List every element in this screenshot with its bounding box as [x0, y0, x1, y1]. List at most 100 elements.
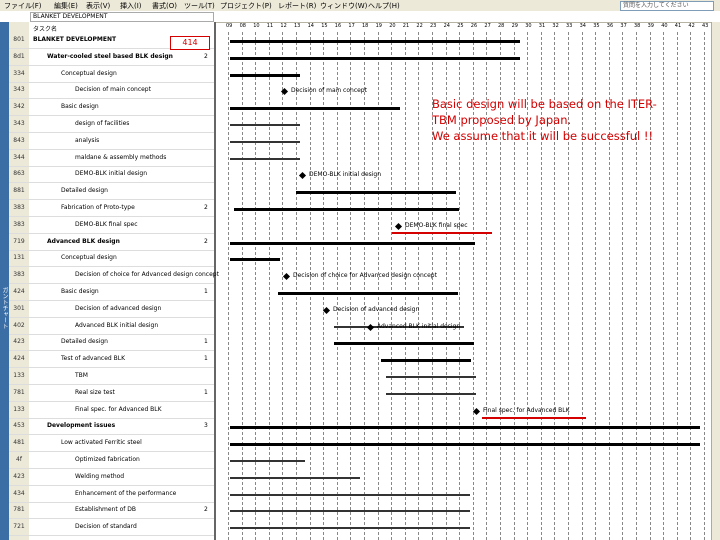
- help-search-input[interactable]: 質問を入力してください: [620, 1, 714, 11]
- table-row[interactable]: 424 Test of advanced BLK 1: [9, 351, 214, 369]
- task-name[interactable]: Optimized fabrication: [75, 456, 140, 463]
- task-name[interactable]: design of facilities: [75, 120, 129, 127]
- gantt-bar[interactable]: [230, 107, 400, 111]
- task-name[interactable]: Welding method: [75, 473, 124, 480]
- table-row[interactable]: 781 Real size test 1: [9, 385, 214, 402]
- milestone-marker[interactable]: [282, 273, 291, 281]
- menu-format[interactable]: 書式(O): [152, 1, 177, 11]
- task-name[interactable]: Advanced BLK initial design: [75, 322, 158, 329]
- table-row[interactable]: 343 Decision of main concept: [9, 82, 214, 100]
- menu-edit[interactable]: 編集(E): [54, 1, 78, 11]
- task-name[interactable]: BLANKET DEVELOPMENT: [33, 36, 116, 43]
- gantt-bar[interactable]: [230, 157, 300, 160]
- task-name[interactable]: DEMO-BLK initial design: [75, 170, 147, 177]
- table-row[interactable]: 481 Low activated Ferritic steel: [9, 435, 214, 453]
- task-name[interactable]: Detailed design: [61, 338, 108, 345]
- table-row[interactable]: 863 DEMO-BLK initial design: [9, 166, 214, 184]
- task-name[interactable]: Decision of standard: [75, 523, 137, 530]
- task-name[interactable]: Basic design: [61, 288, 99, 295]
- task-name[interactable]: Test of advanced BLK: [61, 355, 125, 362]
- table-row[interactable]: 301 Decision of advanced design: [9, 301, 214, 318]
- vertical-scrollbar[interactable]: [711, 22, 720, 540]
- table-row[interactable]: 334 Conceptual design: [9, 66, 214, 83]
- task-name[interactable]: Real size test: [75, 389, 115, 396]
- gantt-bar[interactable]: [230, 510, 470, 513]
- gantt-bar[interactable]: [296, 191, 456, 195]
- gantt-bar[interactable]: [278, 292, 458, 295]
- table-row[interactable]: 881 Detailed design: [9, 183, 214, 201]
- gantt-bar[interactable]: [230, 40, 520, 43]
- task-name[interactable]: TBM: [75, 372, 88, 379]
- gantt-bar[interactable]: [386, 392, 476, 395]
- table-row[interactable]: 453 Development issues 3: [9, 418, 214, 436]
- task-name[interactable]: Detailed design: [61, 187, 108, 194]
- gantt-bar[interactable]: [230, 476, 360, 479]
- menu-tools[interactable]: ツール(T): [184, 1, 215, 11]
- task-name[interactable]: Conceptual design: [61, 70, 117, 77]
- menu-insert[interactable]: 挿入(I): [120, 1, 142, 11]
- gantt-bar[interactable]: [230, 460, 305, 462]
- table-row[interactable]: 383 DEMO-BLK final spec: [9, 217, 214, 234]
- table-row[interactable]: 383 Fabrication of Proto-type 2: [9, 200, 214, 217]
- task-name[interactable]: analysis: [75, 137, 99, 144]
- task-name[interactable]: Basic design: [61, 103, 99, 110]
- gantt-bar[interactable]: [230, 73, 300, 77]
- gantt-bar[interactable]: [234, 208, 459, 211]
- gantt-bar[interactable]: [230, 493, 470, 496]
- table-row[interactable]: 342 Basic design: [9, 99, 214, 117]
- gantt-bar[interactable]: [230, 140, 300, 143]
- task-name[interactable]: Conceptual design: [61, 254, 117, 261]
- gantt-bar[interactable]: [230, 56, 520, 60]
- table-row[interactable]: 721 Decision of standard: [9, 519, 214, 537]
- gantt-bar[interactable]: [230, 124, 300, 126]
- task-name[interactable]: Decision of main concept: [75, 86, 151, 93]
- table-row[interactable]: 131 Conceptual design: [9, 250, 214, 268]
- table-row[interactable]: 423 Welding method: [9, 469, 214, 486]
- task-name[interactable]: Final spec. for Advanced BLK: [75, 406, 162, 413]
- menu-help[interactable]: ヘルプ(H): [368, 1, 400, 11]
- gantt-bar[interactable]: [386, 376, 476, 378]
- menu-project[interactable]: プロジェクト(P): [220, 1, 272, 11]
- table-row[interactable]: 383 Decision of choice for Advanced desig…: [9, 267, 219, 285]
- gantt-bar[interactable]: [230, 426, 700, 430]
- gantt-bar[interactable]: [381, 359, 471, 363]
- milestone-marker[interactable]: [394, 222, 403, 230]
- milestone-marker[interactable]: [472, 407, 481, 415]
- task-name[interactable]: maldane & assembly methods: [75, 154, 166, 161]
- gantt-bar[interactable]: [230, 258, 280, 262]
- task-name[interactable]: Enhancement of the performance: [75, 490, 176, 497]
- table-row[interactable]: 133 TBM: [9, 368, 214, 385]
- table-row[interactable]: 4f Optimized fabrication: [9, 452, 214, 469]
- menu-view[interactable]: 表示(V): [86, 1, 110, 11]
- gantt-bar[interactable]: [230, 443, 700, 447]
- task-name[interactable]: Low activated Ferritic steel: [61, 439, 142, 446]
- task-name[interactable]: Water-cooled steel based BLK design: [47, 53, 173, 60]
- table-row[interactable]: 434 Enhancement of the performance: [9, 486, 214, 503]
- task-name[interactable]: Decision of choice for Advanced design c…: [75, 271, 219, 278]
- task-name[interactable]: Establishment of DB: [75, 506, 136, 513]
- table-row[interactable]: 402 Advanced BLK initial design: [9, 318, 214, 335]
- gantt-bar[interactable]: [230, 527, 470, 530]
- menu-report[interactable]: レポート(R): [278, 1, 316, 11]
- timeline-tick: 17: [348, 23, 355, 29]
- table-row[interactable]: 424 Basic design 1: [9, 284, 214, 301]
- table-row[interactable]: 344 maldane & assembly methods: [9, 150, 214, 167]
- table-row[interactable]: 423 Detailed design 1: [9, 334, 214, 352]
- menu-window[interactable]: ウィンドウ(W): [320, 1, 367, 11]
- entry-input[interactable]: BLANKET DEVELOPMENT: [30, 12, 214, 22]
- table-row[interactable]: 8d1 Water-cooled steel based BLK design 2: [9, 49, 214, 66]
- table-row[interactable]: 133 Final spec. for Advanced BLK: [9, 402, 214, 419]
- table-row[interactable]: 343 design of facilities: [9, 116, 214, 133]
- task-name[interactable]: Advanced BLK design: [47, 238, 120, 245]
- task-name[interactable]: Fabrication of Proto-type: [61, 204, 135, 211]
- table-row[interactable]: 843 analysis: [9, 133, 214, 150]
- task-name[interactable]: Decision of advanced design: [75, 305, 161, 312]
- milestone-marker[interactable]: [298, 172, 307, 180]
- menu-file[interactable]: ファイル(F): [4, 1, 42, 11]
- table-row[interactable]: 719 Advanced BLK design 2: [9, 234, 214, 251]
- table-row[interactable]: 781 Establishment of DB 2: [9, 502, 214, 520]
- gantt-bar[interactable]: [230, 241, 475, 245]
- task-name[interactable]: DEMO-BLK final spec: [75, 221, 138, 228]
- gantt-bar[interactable]: [334, 342, 474, 346]
- task-name[interactable]: Development issues: [47, 422, 115, 429]
